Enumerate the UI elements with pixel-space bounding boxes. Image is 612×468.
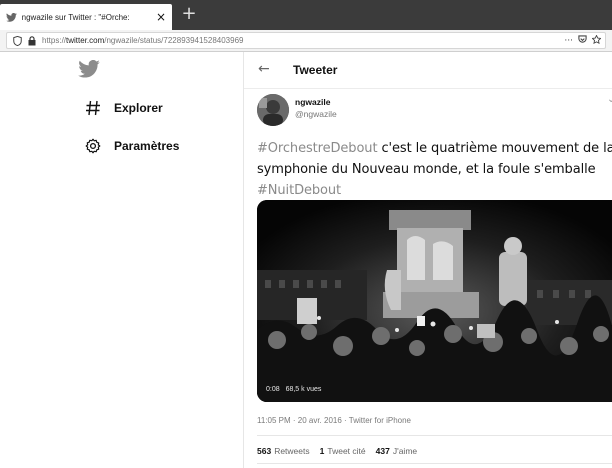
display-name[interactable]: ngwazile: [295, 97, 330, 107]
tab-close-icon[interactable]: ×: [156, 10, 166, 24]
video-frame-image: [257, 200, 612, 402]
page-title: Tweeter: [293, 63, 338, 77]
tweet-video[interactable]: 0:08 68,5 k vues: [257, 200, 612, 402]
divider: [257, 463, 612, 464]
url-actions: ···: [564, 33, 602, 48]
sidebar-item-settings[interactable]: Paramètres: [84, 137, 179, 155]
hashtag-icon: [84, 99, 102, 117]
main-column: ← Tweeter ngwazile @ngwazile ⌄ #Orchestr…: [243, 52, 612, 468]
gear-icon: [84, 137, 102, 155]
tweet-timestamp[interactable]: 11:05 PM · 20 avr. 2016 · Twitter for iP…: [257, 416, 411, 425]
back-arrow-icon[interactable]: ←: [258, 61, 270, 77]
chevron-down-icon[interactable]: ⌄: [607, 94, 612, 105]
sidebar-item-label: Explorer: [114, 101, 163, 115]
tweet-stats: 563 Retweets 1 Tweet cité 437 J'aime: [257, 446, 417, 456]
new-tab-button[interactable]: +: [178, 4, 200, 26]
sidebar-item-label: Paramètres: [114, 139, 180, 153]
address-field[interactable]: https://twitter.com/ngwazile/status/7228…: [6, 32, 606, 49]
video-views: 68,5 k vues: [285, 386, 322, 393]
shield-icon[interactable]: [13, 35, 22, 46]
video-duration: 0:08: [266, 386, 280, 393]
browser-tab-bar: ngwazile sur Twitter : "#Orche: × +: [0, 0, 612, 30]
page-actions-menu-icon[interactable]: ···: [564, 36, 573, 46]
sidebar-item-explore[interactable]: Explorer: [84, 99, 163, 117]
hashtag-link[interactable]: #OrchestreDebout: [257, 141, 378, 156]
browser-tab[interactable]: ngwazile sur Twitter : "#Orche: ×: [0, 4, 172, 30]
likes-stat[interactable]: 437 J'aime: [376, 446, 417, 456]
twitter-bird-icon: [6, 11, 18, 23]
bookmark-star-icon[interactable]: [591, 33, 602, 47]
tweet-text: #OrchestreDebout c'est le quatrième mouv…: [257, 138, 612, 201]
avatar[interactable]: [257, 94, 289, 126]
url-text: https://twitter.com/ngwazile/status/7228…: [42, 36, 244, 45]
hashtag-link[interactable]: #NuitDebout: [257, 183, 341, 198]
user-handle[interactable]: @ngwazile: [295, 109, 337, 119]
tab-title: ngwazile sur Twitter : "#Orche:: [21, 12, 130, 22]
video-meta: 0:08 68,5 k vues: [266, 386, 325, 393]
retweets-stat[interactable]: 563 Retweets: [257, 446, 310, 456]
page-header: ← Tweeter: [244, 52, 612, 89]
lock-icon[interactable]: [28, 35, 36, 46]
pocket-icon[interactable]: [578, 34, 587, 47]
quotes-stat[interactable]: 1 Tweet cité: [320, 446, 366, 456]
url-bar: https://twitter.com/ngwazile/status/7228…: [0, 30, 612, 52]
twitter-logo-icon[interactable]: [78, 59, 100, 78]
divider: [257, 435, 612, 436]
